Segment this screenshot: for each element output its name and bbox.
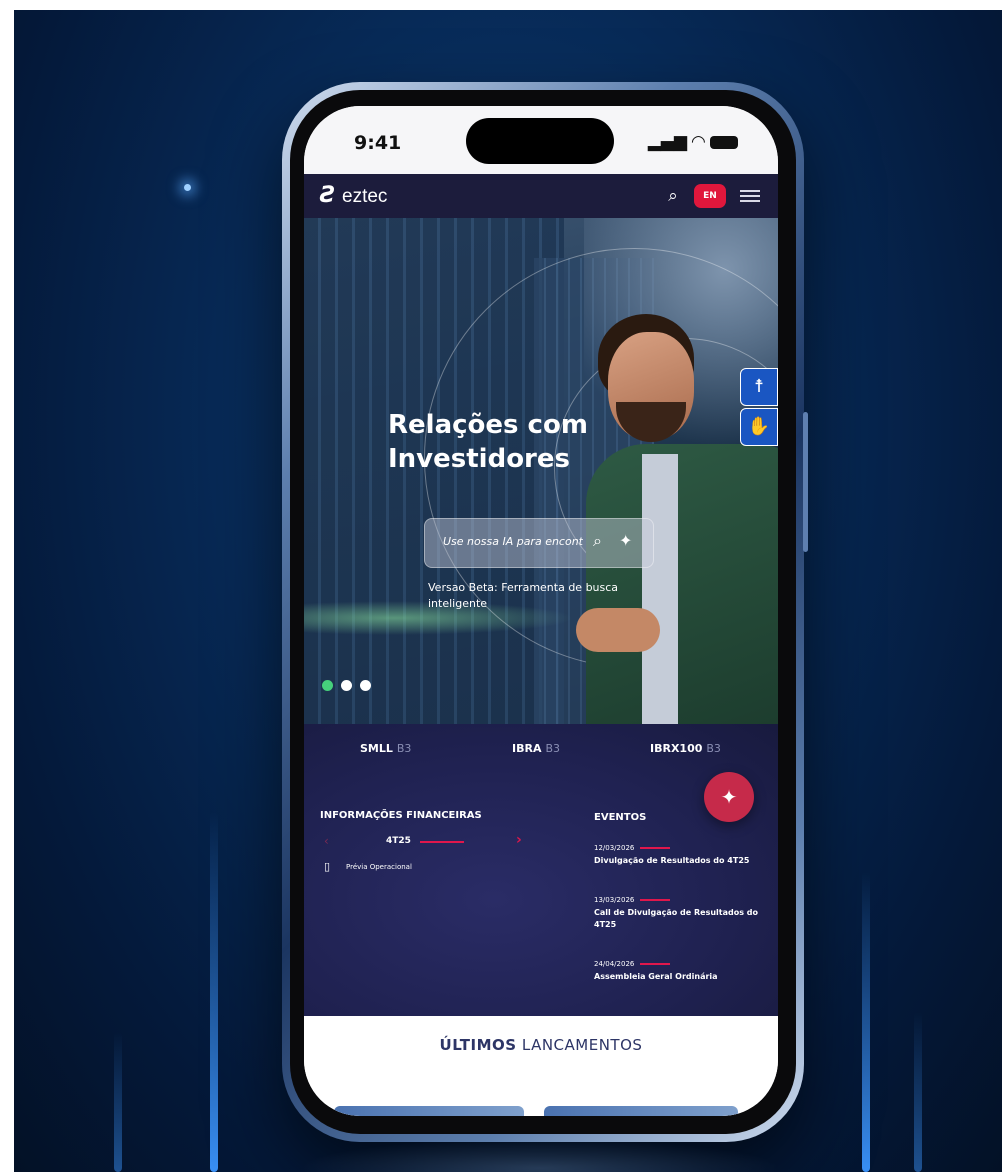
event-text: Assembleia Geral Ordinária [594, 972, 718, 981]
phone-mockup: 9:41 ▂▄▆ ◠ Ƨ eztec ⌕ EN Relações com Inv… [282, 82, 808, 1142]
event-bar [640, 899, 671, 901]
event-date: 13/03/2026 [594, 896, 635, 904]
status-bar: 9:41 ▂▄▆ ◠ [304, 106, 778, 174]
person-hands-phone [576, 608, 660, 652]
ticker-name: IBRA [512, 742, 542, 755]
period-underline [420, 841, 464, 843]
event-item[interactable]: 12/03/2026 Divulgação de Resultados do 4… [594, 844, 774, 867]
index-tickers: SMLL B3 IBRA B3 IBRX100 B3 [304, 742, 778, 762]
launches-title-rest: LANCAMENTOS [516, 1036, 643, 1054]
ai-search-bar[interactable]: Use nossa IA para encontrar ⌕ ✦ [424, 518, 654, 568]
period-prev-button[interactable]: ‹ [324, 834, 329, 848]
event-date-row: 24/04/2026 [594, 960, 774, 968]
background-stage: 9:41 ▂▄▆ ◠ Ƨ eztec ⌕ EN Relações com Inv… [14, 10, 1002, 1172]
wifi-icon: ◠ [691, 132, 705, 152]
light-beam [862, 872, 870, 1172]
hero-banner: Relações com Investidores Use nossa IA p… [304, 218, 778, 724]
investor-info-section: SMLL B3 IBRA B3 IBRX100 B3 ✦ INFORMAÇÕES FI… [304, 724, 778, 1016]
carousel-dots [322, 680, 371, 691]
ai-sparkle-icon: ✦ [720, 785, 738, 809]
search-button[interactable]: ⌕ [660, 183, 686, 209]
status-icons: ▂▄▆ ◠ [648, 132, 738, 152]
beta-note: Versao Beta: Ferramenta de busca intelig… [428, 581, 619, 610]
ticker-name: IBRX100 [650, 742, 703, 755]
financial-info-title: INFORMAÇÕES FINANCEIRAS [320, 810, 482, 821]
launch-card[interactable] [334, 1106, 524, 1116]
launch-card[interactable] [544, 1106, 738, 1116]
status-time: 9:41 [354, 132, 402, 154]
launches-title-bold: ÚLTIMOS [439, 1036, 517, 1054]
hero-title-line: Investidores [388, 444, 570, 474]
event-text: Divulgação de Resultados do 4T25 [594, 856, 750, 865]
ai-search-input[interactable]: Use nossa IA para encontrar [443, 535, 583, 548]
ai-sparkle-icon[interactable]: ✦ [619, 531, 632, 550]
launches-section: ÚLTIMOS LANCAMENTOS [304, 1016, 778, 1116]
accessibility-icon[interactable]: ☨ [740, 368, 778, 406]
hero-title-line: Relações com [388, 410, 588, 440]
sign-language-icon[interactable]: ✋ [740, 408, 778, 446]
light-beam [210, 812, 218, 1172]
hamburger-menu-button[interactable] [740, 187, 760, 205]
accessibility-toolbar: ☨ ✋ [740, 368, 778, 448]
phone-reflection [300, 1138, 780, 1172]
search-icon: ⌕ [668, 186, 678, 206]
event-date: 24/04/2026 [594, 960, 635, 968]
event-item[interactable]: 24/04/2026 Assembleia Geral Ordinária [594, 960, 774, 983]
eztec-logo-icon[interactable]: Ƨ [320, 183, 336, 208]
battery-icon [710, 135, 738, 149]
dynamic-island [466, 118, 614, 164]
event-text: Call de Divulgação de Resultados do 4T25 [594, 908, 758, 929]
language-button[interactable]: EN [694, 184, 726, 208]
light-spark [184, 184, 191, 191]
hero-title: Relações com Investidores [388, 408, 588, 476]
light-beam [114, 1032, 122, 1172]
ticker-smll[interactable]: SMLL B3 [360, 742, 411, 755]
event-bar [640, 847, 671, 849]
person-beard [616, 402, 686, 442]
ticker-exchange: B3 [396, 742, 412, 755]
carousel-dot-active[interactable] [322, 680, 333, 691]
menu-line [740, 200, 760, 202]
signal-icon: ▂▄▆ [647, 132, 687, 152]
ticker-ibra[interactable]: IBRA B3 [512, 742, 560, 755]
event-date-row: 12/03/2026 [594, 844, 774, 852]
period-next-button[interactable]: › [516, 832, 522, 848]
menu-line [740, 190, 760, 192]
carousel-dot[interactable] [341, 680, 352, 691]
event-date-row: 13/03/2026 [594, 896, 774, 904]
site-header: Ƨ eztec ⌕ EN [304, 174, 778, 218]
ticker-name: SMLL [360, 742, 393, 755]
event-item[interactable]: 13/03/2026 Call de Divulgação de Resulta… [594, 896, 774, 931]
ai-assistant-button[interactable]: ✦ [704, 772, 754, 822]
event-bar [640, 963, 671, 965]
carousel-dot[interactable] [360, 680, 371, 691]
event-date: 12/03/2026 [594, 844, 635, 852]
phone-screen: 9:41 ▂▄▆ ◠ Ƨ eztec ⌕ EN Relações com Inv… [304, 106, 778, 1116]
search-icon[interactable]: ⌕ [593, 531, 602, 551]
launches-title: ÚLTIMOS LANCAMENTOS [304, 1036, 778, 1054]
ticker-exchange: B3 [545, 742, 561, 755]
ticker-exchange: B3 [706, 742, 721, 755]
document-icon: ▯ [324, 860, 331, 873]
events-title: EVENTOS [594, 812, 647, 823]
phone-side-button [803, 412, 808, 552]
menu-line [740, 195, 760, 197]
document-link[interactable]: Prévia Operacional [346, 863, 412, 871]
eztec-logo-text[interactable]: eztec [342, 186, 387, 208]
light-beam [914, 1012, 922, 1172]
ticker-ibrx100[interactable]: IBRX100 B3 [650, 742, 721, 755]
period-label: 4T25 [386, 836, 411, 846]
